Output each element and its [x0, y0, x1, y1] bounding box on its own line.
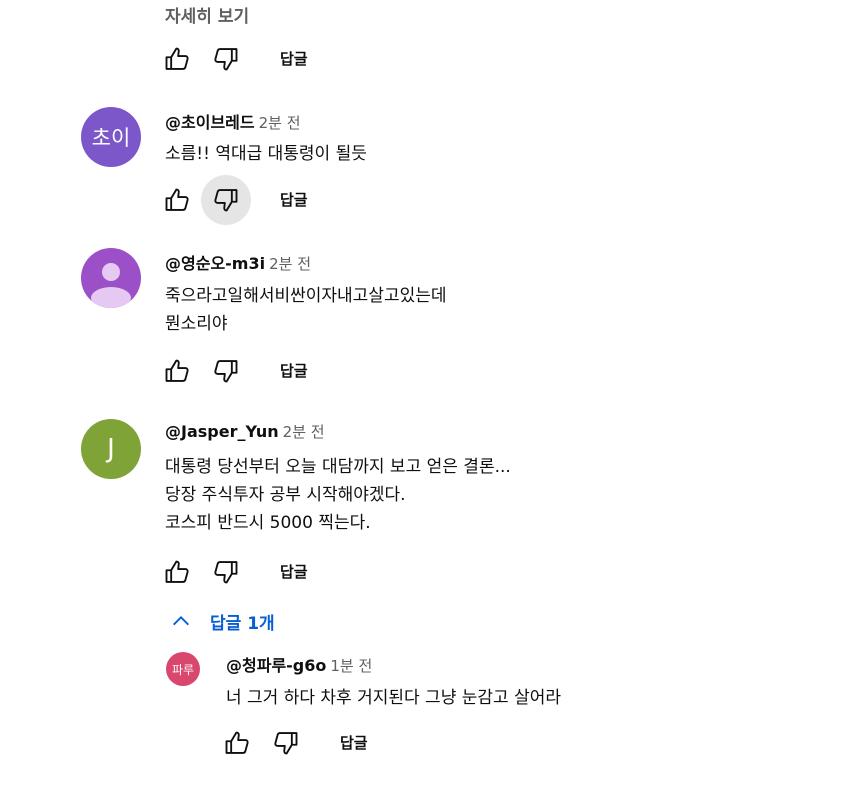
like-button[interactable] — [217, 723, 257, 763]
reply-text: 너 그거 하다 차후 거지된다 그냥 눈감고 살어라 — [226, 688, 561, 708]
replies-count: 답글 1개 — [210, 613, 275, 634]
comment-time[interactable]: 2분 전 — [259, 114, 301, 132]
dislike-button[interactable] — [266, 723, 306, 763]
reply-button[interactable]: 답글 — [280, 554, 308, 590]
thumbs-down-icon — [212, 186, 240, 214]
author-name[interactable]: @영순오-m3i — [165, 254, 265, 273]
thumbs-up-icon — [163, 558, 191, 586]
comment-line: 죽으라고일해서비싼이자내고살고있는데 — [165, 286, 447, 306]
author-name[interactable]: @Jasper_Yun — [165, 422, 279, 441]
thumbs-up-icon — [163, 186, 191, 214]
dislike-button[interactable] — [206, 552, 246, 592]
comment-author: @영순오-m3i 2분 전 — [165, 250, 311, 274]
thumbs-down-icon — [272, 729, 300, 757]
like-button[interactable] — [157, 552, 197, 592]
thumbs-up-icon — [163, 45, 191, 73]
reply-author: @청파루-g6o 1분 전 — [226, 652, 372, 676]
like-button[interactable] — [157, 39, 197, 79]
comment-actions: 답글 — [157, 353, 357, 389]
comment-text: 소름!! 역대급 대통령이 될듯 — [165, 140, 367, 168]
reply-avatar[interactable]: 파루 — [166, 652, 200, 686]
comment-line: 뭔소리야 — [165, 314, 228, 334]
comment-line: 소름!! 역대급 대통령이 될듯 — [165, 144, 367, 164]
comment-author: @Jasper_Yun 2분 전 — [165, 421, 325, 442]
author-name[interactable]: @초이브레드 — [165, 113, 255, 132]
person-icon — [91, 263, 131, 308]
comment-actions: 답글 — [157, 41, 357, 77]
comment-text: 죽으라고일해서비싼이자내고살고있는데 뭔소리야 — [165, 282, 447, 338]
thumbs-down-icon — [212, 357, 240, 385]
avatar-initials: 파루 — [171, 662, 195, 677]
like-button[interactable] — [157, 351, 197, 391]
avatar-initials: 초이 — [91, 126, 131, 150]
comment-time[interactable]: 2분 전 — [269, 255, 311, 273]
comment-line: 당장 주식투자 공부 시작해야겠다. — [165, 485, 406, 505]
avatar[interactable] — [81, 248, 141, 308]
thumbs-up-icon — [223, 729, 251, 757]
comment-line: 대통령 당선부터 오늘 대담까지 보고 얻은 결론... — [165, 457, 511, 477]
read-more-link[interactable]: 자세히 보기 — [165, 2, 249, 27]
avatar[interactable]: J — [81, 419, 141, 479]
dislike-button[interactable] — [206, 39, 246, 79]
chevron-up-icon — [173, 616, 189, 626]
comment-text: 대통령 당선부터 오늘 대담까지 보고 얻은 결론... 당장 주식투자 공부 … — [165, 453, 511, 537]
dislike-button[interactable] — [201, 175, 251, 225]
comment-actions: 답글 — [157, 554, 357, 590]
comment-author: @초이브레드 2분 전 — [165, 109, 301, 133]
comment-time[interactable]: 2분 전 — [283, 423, 325, 441]
thumbs-down-icon — [212, 558, 240, 586]
dislike-button[interactable] — [206, 351, 246, 391]
reply-time[interactable]: 1분 전 — [330, 657, 372, 675]
thumbs-up-icon — [163, 357, 191, 385]
comment-actions: 답글 — [157, 175, 357, 225]
avatar-initials: J — [107, 434, 115, 464]
replies-toggle-button[interactable]: 답글 1개 — [170, 606, 275, 636]
like-button[interactable] — [157, 180, 197, 220]
reply-actions: 답글 — [217, 725, 417, 761]
reply-button[interactable]: 답글 — [280, 182, 308, 218]
author-name[interactable]: @청파루-g6o — [226, 656, 326, 675]
avatar[interactable]: 초이 — [81, 107, 141, 167]
reply-button[interactable]: 답글 — [280, 353, 308, 389]
reply-button[interactable]: 답글 — [340, 725, 368, 761]
reply-button[interactable]: 답글 — [280, 41, 308, 77]
thumbs-down-icon — [212, 45, 240, 73]
comment-line: 코스피 반드시 5000 찍는다. — [165, 513, 371, 533]
